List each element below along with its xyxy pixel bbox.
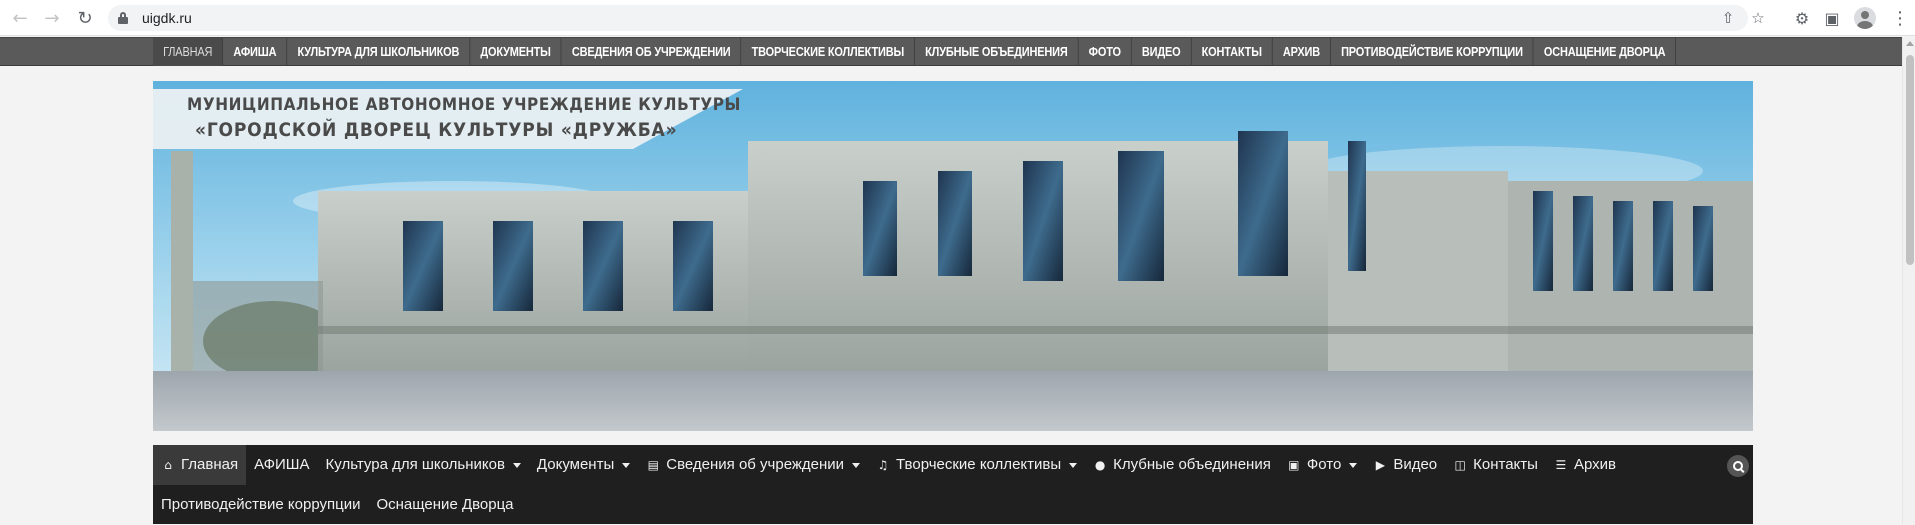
kebab-menu-icon[interactable]: ⋮ [1888,6,1912,30]
profile-icon[interactable] [1854,7,1876,29]
search-button[interactable] [1727,455,1749,477]
lock-icon[interactable] [118,12,128,24]
main-nav-item-video[interactable]: ▶ Видео [1365,445,1445,485]
main-nav-item-afisha[interactable]: АФИША [246,445,317,485]
main-nav-item-clubs[interactable]: ● Клубные объединения [1085,445,1279,485]
top-nav-item-archive[interactable]: АРХИВ [1273,38,1331,66]
main-nav-item-photo[interactable]: ▣ Фото [1279,445,1365,485]
main-nav-label: АФИША [254,456,310,473]
top-navigation: ГЛАВНАЯ АФИША КУЛЬТУРА ДЛЯ ШКОЛЬНИКОВ ДО… [0,37,1902,66]
main-nav-label: Творческие коллективы [896,456,1062,473]
main-nav-label: Архив [1573,456,1616,473]
scroll-up-icon[interactable] [1906,41,1914,46]
main-nav-item-institution-info[interactable]: ▤ Сведения об учреждении [638,445,868,485]
camera-icon: ▣ [1288,458,1300,472]
top-nav-item-documents[interactable]: ДОКУМЕНТЫ [470,38,562,66]
caret-down-icon [852,462,861,468]
browser-toolbar: ← → ↻ uigdk.ru ⇧ ☆ ⚙ ▣ ⋮ [0,0,1915,36]
main-nav-row-2: Противодействие коррупции Оснащение Двор… [153,485,522,525]
top-nav-item-photo[interactable]: ФОТО [1079,38,1132,66]
inbox-icon: ◫ [1454,458,1466,472]
forward-icon[interactable]: → [40,6,64,30]
video-icon: ▶ [1375,458,1385,472]
top-nav-item-culture-schoolchildren[interactable]: КУЛЬТУРА ДЛЯ ШКОЛЬНИКОВ [287,38,471,66]
main-nav-item-documents[interactable]: Документы [529,445,638,485]
side-panel-icon[interactable]: ▣ [1820,6,1844,30]
banner-title-line1: Муниципальное автономное учреждение куль… [187,95,742,115]
main-nav-item-creative-groups[interactable]: ♫ Творческие коллективы [868,445,1085,485]
music-icon: ♫ [877,458,889,472]
search-icon [1732,460,1744,472]
top-nav-item-institution-info[interactable]: СВЕДЕНИЯ ОБ УЧРЕЖДЕНИИ [562,38,742,66]
list-icon: ☰ [1555,458,1567,472]
share-icon[interactable]: ⇧ [1718,8,1738,28]
home-icon: ⌂ [164,458,172,472]
main-nav-label: Документы [536,456,615,473]
top-nav-item-equipment[interactable]: ОСНАЩЕНИЕ ДВОРЦА [1534,38,1677,66]
main-nav-item-culture-schoolchildren[interactable]: Культура для школьников [318,445,529,485]
main-nav-label: Главная [181,456,239,473]
caret-down-icon [622,462,631,468]
banner-title-line2: «Городской дворец культуры «Дружба» [195,119,678,141]
top-nav-item-clubs[interactable]: КЛУБНЫЕ ОБЪЕДИНЕНИЯ [915,38,1079,66]
caret-down-icon [512,462,521,468]
address-bar[interactable]: uigdk.ru ⇧ ☆ [108,5,1765,31]
main-nav-label: Клубные объединения [1113,456,1271,473]
star-icon[interactable]: ☆ [1748,8,1768,28]
main-nav-label: Противодействие коррупции [161,496,361,513]
top-nav-item-contacts[interactable]: КОНТАКТЫ [1192,38,1273,66]
scroll-thumb[interactable] [1906,55,1914,265]
main-nav-item-equipment[interactable]: Оснащение Дворца [368,485,521,525]
top-nav-list: ГЛАВНАЯ АФИША КУЛЬТУРА ДЛЯ ШКОЛЬНИКОВ ДО… [153,38,1677,66]
back-icon[interactable]: ← [8,6,32,30]
main-nav-label: Культура для школьников [325,456,505,473]
extensions-icon[interactable]: ⚙ [1790,6,1814,30]
caret-down-icon [1349,462,1358,468]
url-text[interactable]: uigdk.ru [142,10,192,26]
caret-down-icon [1069,462,1078,468]
page-scrollbar[interactable] [1902,37,1915,524]
main-nav-label: Фото [1306,456,1342,473]
reload-icon[interactable]: ↻ [73,6,97,30]
top-nav-item-glavnaya[interactable]: ГЛАВНАЯ [153,38,224,66]
top-nav-item-anticorruption[interactable]: ПРОТИВОДЕЙСТВИЕ КОРРУПЦИИ [1331,38,1534,66]
main-nav-item-anticorruption[interactable]: Противодействие коррупции [153,485,368,525]
header-banner[interactable]: Муниципальное автономное учреждение куль… [153,81,1753,431]
main-nav-item-archive[interactable]: ☰ Архив [1546,445,1624,485]
main-nav-item-home[interactable]: ⌂ Главная [153,445,247,485]
top-nav-item-creative-groups[interactable]: ТВОРЧЕСКИЕ КОЛЛЕКТИВЫ [742,38,916,66]
main-nav-row-1: ⌂ Главная АФИША Культура для школьников … [153,445,1624,485]
main-navigation: ⌂ Главная АФИША Культура для школьников … [153,445,1753,524]
top-nav-item-afisha[interactable]: АФИША [223,38,288,66]
note-icon: ▤ [647,458,659,472]
main-nav-label: Оснащение Дворца [376,496,514,513]
main-nav-label: Контакты [1473,456,1538,473]
main-nav-label: Сведения об учреждении [666,456,845,473]
user-icon: ● [1094,458,1106,472]
main-nav-item-contacts[interactable]: ◫ Контакты [1445,445,1546,485]
top-nav-item-video[interactable]: ВИДЕО [1132,38,1192,66]
main-nav-label: Видео [1393,456,1438,473]
